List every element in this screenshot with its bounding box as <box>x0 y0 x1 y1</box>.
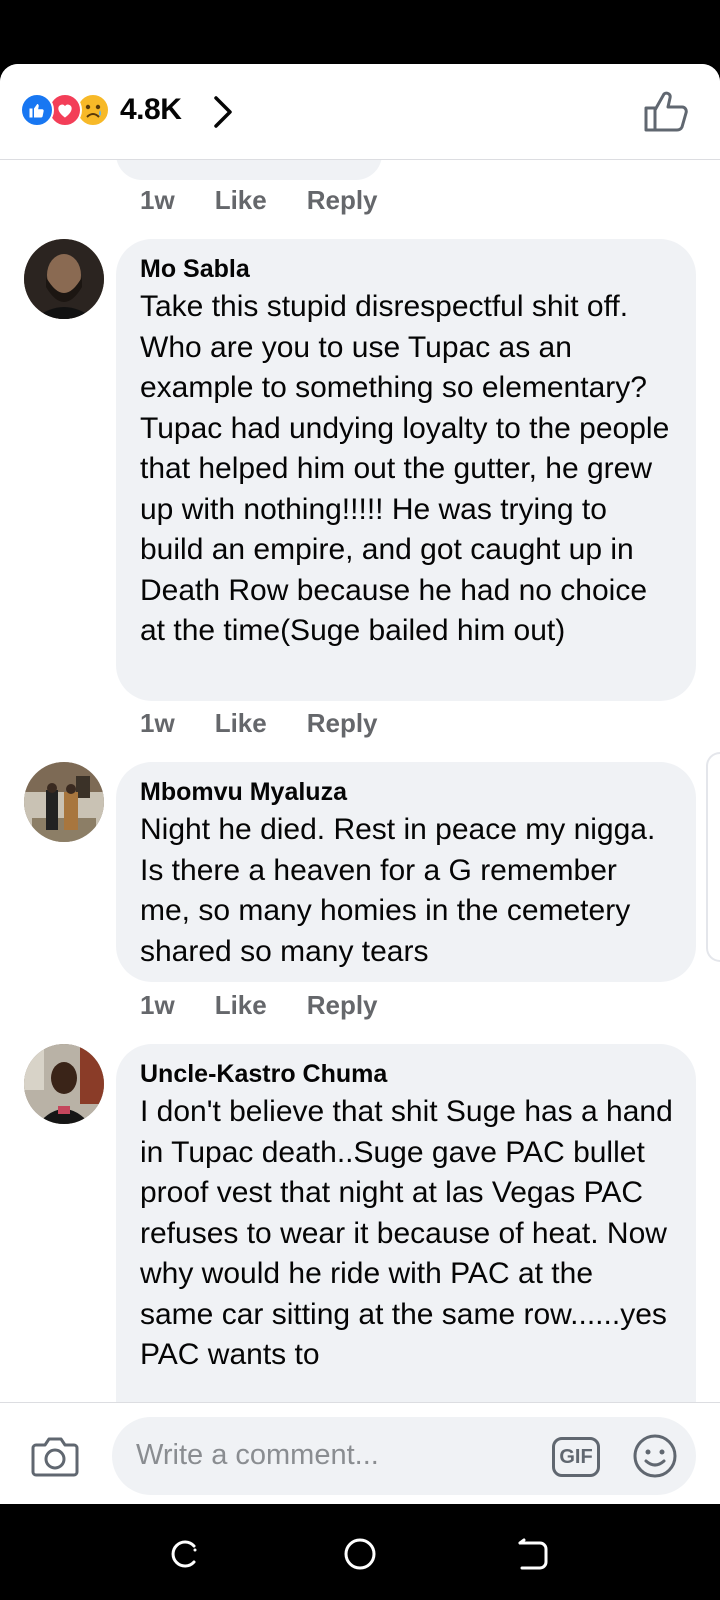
like-button[interactable]: Like <box>215 708 267 739</box>
reactions-summary[interactable]: 4.8K <box>20 92 182 128</box>
gif-button[interactable]: GIF <box>552 1437 600 1477</box>
chevron-right-icon[interactable] <box>206 94 238 130</box>
status-bar <box>0 0 720 64</box>
comment-text: Night he died. Rest in peace my nigga. I… <box>140 813 656 968</box>
comment-actions: 1w Like Reply <box>140 990 378 1021</box>
comment-input-placeholder: Write a comment... <box>136 1439 379 1471</box>
like-reaction-icon <box>20 93 54 127</box>
comment-text: Take this stupid disrespectful shit off.… <box>140 290 670 647</box>
previous-comment-actions: 1w Like Reply <box>140 185 378 216</box>
comment-time[interactable]: 1w <box>140 990 175 1021</box>
previous-comment-bubble[interactable]: ~ ~ ~ ~ ~ ~ ~ ~ ~ <box>116 160 382 180</box>
like-button[interactable]: Like <box>215 185 267 216</box>
reply-button[interactable]: Reply <box>307 708 378 739</box>
like-button[interactable]: Like <box>215 990 267 1021</box>
avatar[interactable] <box>24 1044 104 1124</box>
comment-actions: 1w Like Reply <box>140 708 378 739</box>
emoji-icon[interactable] <box>632 1433 678 1479</box>
system-navigation-bar <box>0 1504 720 1600</box>
recent-apps-icon[interactable] <box>164 1534 204 1574</box>
reactions-header: 4.8K <box>0 64 720 160</box>
commenter-name[interactable]: Uncle-Kastro Chuma <box>140 1058 674 1090</box>
comment-input[interactable]: Write a comment... GIF <box>112 1417 696 1495</box>
avatar[interactable] <box>24 239 104 319</box>
comment-time[interactable]: 1w <box>140 185 175 216</box>
comment-composer: Write a comment... GIF <box>0 1402 720 1504</box>
reply-button[interactable]: Reply <box>307 990 378 1021</box>
comment-bubble[interactable]: Mbomvu Myaluza Night he died. Rest in pe… <box>116 762 696 982</box>
comment-bubble[interactable]: Mo Sabla Take this stupid disrespectful … <box>116 239 696 701</box>
avatar[interactable] <box>24 762 104 842</box>
reaction-count: 4.8K <box>120 93 182 126</box>
comments-sheet: 4.8K ~ ~ ~ ~ ~ ~ ~ ~ ~ 1w Like Reply <box>0 64 720 1504</box>
back-icon[interactable] <box>512 1534 552 1574</box>
reply-button[interactable]: Reply <box>307 185 378 216</box>
comment-time[interactable]: 1w <box>140 708 175 739</box>
home-icon[interactable] <box>340 1534 380 1574</box>
comment-text: I don't believe that shit Suge has a han… <box>140 1095 673 1371</box>
side-panel-handle[interactable] <box>706 752 720 962</box>
thumbs-up-icon[interactable] <box>642 88 690 134</box>
commenter-name[interactable]: Mbomvu Myaluza <box>140 776 674 808</box>
commenter-name[interactable]: Mo Sabla <box>140 253 674 285</box>
camera-icon[interactable] <box>30 1433 80 1479</box>
comments-list: ~ ~ ~ ~ ~ ~ ~ ~ ~ 1w Like Reply Mo Sabla… <box>0 160 720 1466</box>
